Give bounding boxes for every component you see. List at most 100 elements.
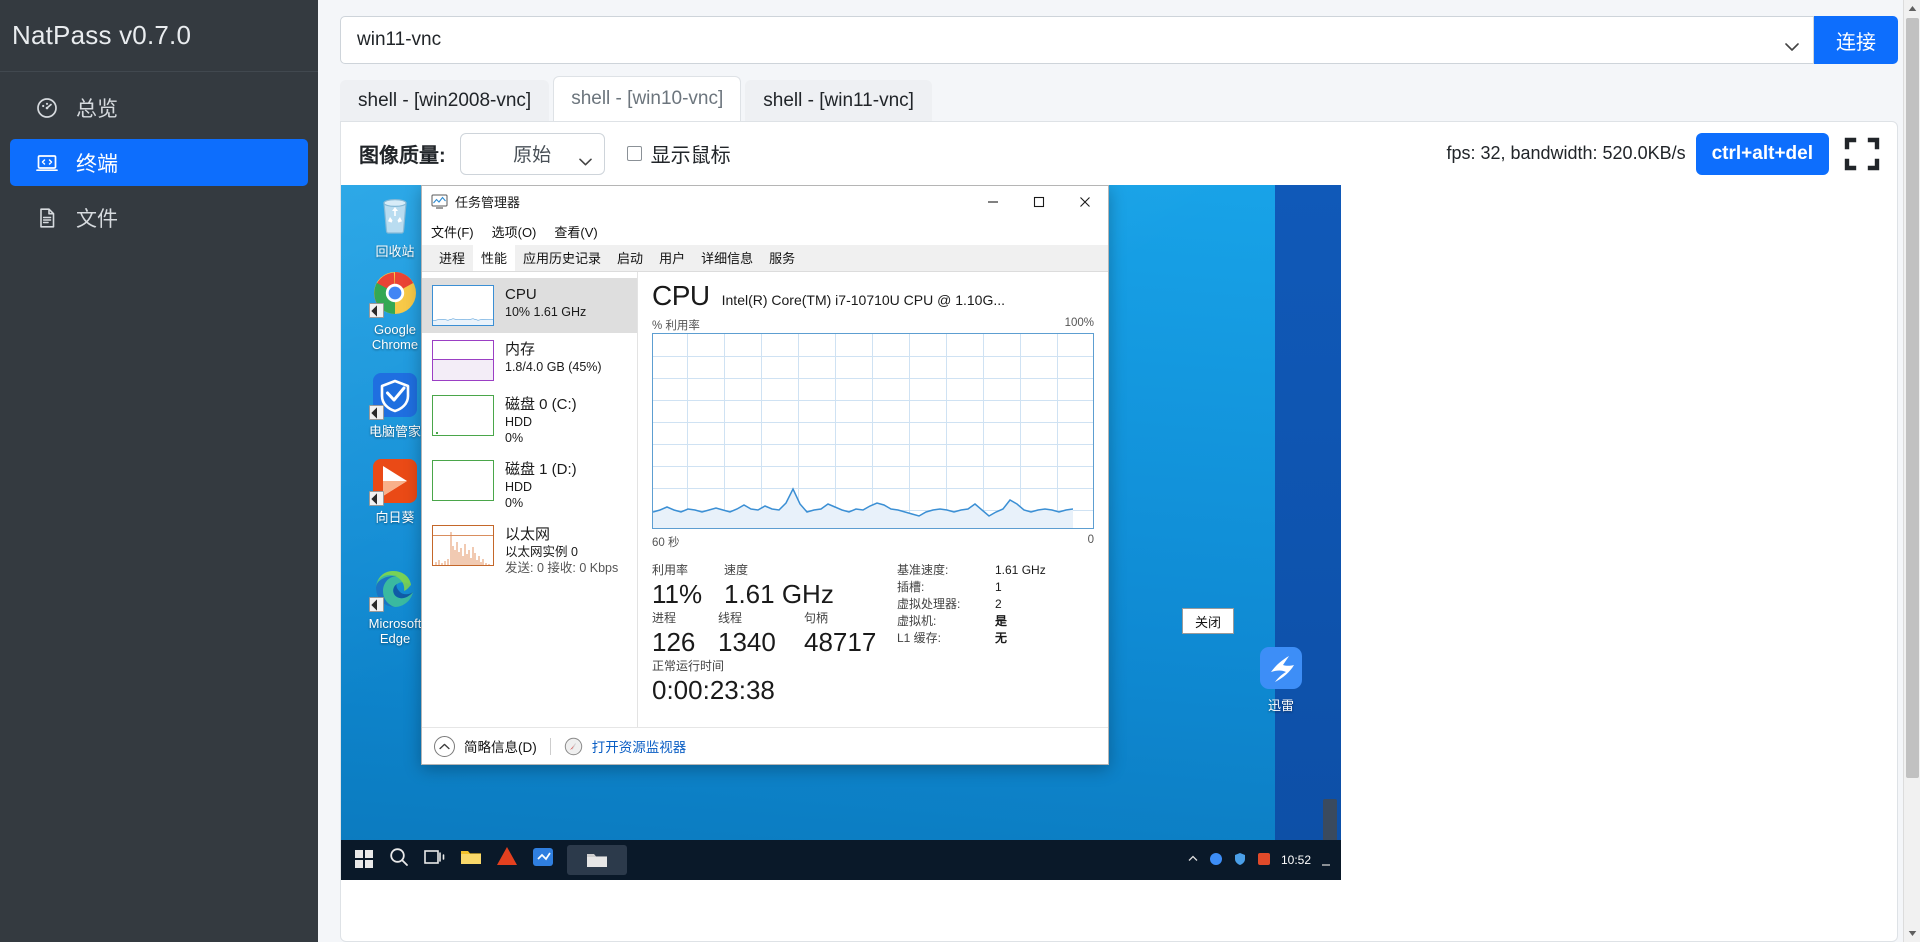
memory-thumbnail: [432, 340, 494, 381]
menu-view[interactable]: 查看(V): [554, 222, 597, 241]
close-dialog-button[interactable]: 关闭: [1182, 608, 1234, 634]
ethernet-thumbnail: [432, 525, 494, 566]
resource-item-disk-1[interactable]: 磁盘 1 (D:) HDD 0%: [422, 453, 637, 518]
task-manager-body: CPU 10% 1.61 GHz 内存 1.8/4.0 GB (45%) 磁盘 …: [422, 272, 1108, 727]
close-icon[interactable]: [1062, 186, 1108, 217]
task-manager-title: 任务管理器: [455, 195, 521, 210]
maximize-icon[interactable]: [1016, 186, 1062, 217]
tm-tab-startup[interactable]: 启动: [609, 245, 651, 271]
tm-tab-users[interactable]: 用户: [651, 245, 693, 271]
desktop-icon-xunlei[interactable]: 迅雷: [1241, 645, 1321, 714]
target-select[interactable]: win11-vnc: [340, 16, 1814, 64]
sidebar-nav: 总览 终端 文件: [0, 72, 318, 249]
resource-text: 以太网 以太网实例 0 发送: 0 接收: 0 Kbps: [505, 525, 618, 576]
resource-sub2: 0%: [505, 496, 524, 510]
cpu-usage-graph: [652, 333, 1094, 529]
open-resource-monitor-link[interactable]: 打开资源监视器: [592, 736, 687, 756]
menu-options[interactable]: 选项(O): [492, 222, 537, 241]
sunlogin-taskbar-icon[interactable]: [495, 845, 525, 875]
sidebar-item-files[interactable]: 文件: [10, 194, 308, 241]
resource-item-disk-0[interactable]: 磁盘 0 (C:) HDD 0%: [422, 388, 637, 453]
chrome-icon: [369, 269, 419, 318]
show-cursor-toggle[interactable]: 显示鼠标: [626, 139, 731, 168]
explorer-active-icon[interactable]: [567, 845, 627, 875]
cpu-stats: 利用率 11% 速度 1.61 GHz 进程 126 线程 1340 句柄 48…: [652, 562, 1094, 706]
resource-item-ethernet[interactable]: 以太网 以太网实例 0 发送: 0 接收: 0 Kbps: [422, 518, 637, 583]
property-key: 插槽:: [897, 580, 925, 594]
stat-label: 速度: [724, 563, 749, 577]
dashboard-icon: [34, 95, 60, 121]
stat-handles: 句柄 48717: [804, 610, 876, 658]
task-manager-icon: [431, 194, 448, 209]
tm-tab-app-history[interactable]: 应用历史记录: [515, 245, 609, 271]
connection-stats: fps: 32, bandwidth: 520.0KB/s: [1446, 143, 1686, 163]
desktop-icon-label: 迅雷: [1267, 698, 1294, 713]
graph-x-right: 0: [1087, 534, 1094, 546]
task-view-icon[interactable]: [423, 845, 453, 875]
vnc-canvas[interactable]: 回收站 Google Chrome 电脑管家 向日葵 Microsoft Edg…: [341, 185, 1341, 880]
quality-label: 图像质量:: [359, 145, 446, 167]
tray-red-icon[interactable]: [1257, 852, 1271, 869]
minimize-icon[interactable]: [970, 186, 1016, 217]
scroll-up-arrow-icon[interactable]: [1904, 0, 1920, 17]
stat-value: 126: [652, 627, 696, 657]
terminal-icon: [34, 150, 60, 176]
resource-name: 内存: [505, 341, 536, 358]
page-scrollbar[interactable]: [1903, 0, 1920, 942]
page-scrollbar-thumb[interactable]: [1906, 18, 1919, 778]
quality-select[interactable]: 原始: [459, 132, 605, 175]
show-cursor-checkbox[interactable]: [626, 146, 642, 161]
stat-threads: 线程 1340: [718, 610, 800, 658]
stat-value: 1.61 GHz: [724, 579, 834, 609]
resource-text: 内存 1.8/4.0 GB (45%): [505, 340, 602, 375]
property-key: 虚拟机:: [897, 614, 937, 628]
tm-tab-details[interactable]: 详细信息: [693, 245, 761, 271]
chevron-up-icon[interactable]: [434, 735, 455, 757]
sidebar-item-overview[interactable]: 总览: [10, 84, 308, 131]
explorer-pinned-icon[interactable]: [459, 845, 489, 875]
resource-item-memory[interactable]: 内存 1.8/4.0 GB (45%): [422, 333, 637, 388]
shortcut-overlay-icon: [369, 303, 384, 318]
blue-app-taskbar-icon[interactable]: [531, 845, 561, 875]
recycle-bin-icon: [371, 191, 419, 239]
scroll-down-arrow-icon[interactable]: [1904, 925, 1920, 942]
show-cursor-label: 显示鼠标: [650, 145, 731, 167]
fullscreen-icon[interactable]: [1841, 133, 1883, 175]
resource-name: 以太网: [505, 526, 551, 543]
tm-tab-processes[interactable]: 进程: [431, 245, 473, 271]
cpu-heading: CPU: [652, 280, 710, 311]
property-key: L1 缓存:: [897, 631, 942, 645]
fewer-details-button[interactable]: 简略信息(D): [464, 736, 537, 756]
tm-tab-performance[interactable]: 性能: [473, 245, 516, 271]
show-desktop-button[interactable]: [1321, 852, 1331, 869]
connect-button[interactable]: 连接: [1814, 16, 1898, 64]
stat-uptime: 正常运行时间 0:00:23:38: [652, 658, 897, 706]
ctrl-alt-del-button[interactable]: ctrl+alt+del: [1695, 132, 1829, 175]
tray-shield-icon[interactable]: [1233, 852, 1247, 869]
tab-win11-vnc[interactable]: shell - [win11-vnc]: [745, 80, 932, 121]
stat-label: 利用率: [652, 563, 689, 577]
stat-label: 正常运行时间: [652, 659, 725, 673]
resource-item-cpu[interactable]: CPU 10% 1.61 GHz: [422, 278, 637, 333]
graph-axis-bottom: 60 秒 0: [652, 534, 1094, 550]
chevron-down-icon: [1785, 36, 1799, 51]
start-icon[interactable]: [351, 845, 381, 875]
tab-win10-vnc[interactable]: shell - [win10-vnc]: [553, 76, 742, 121]
search-icon[interactable]: [387, 845, 417, 875]
edge-icon: [369, 563, 419, 612]
stat-speed: 速度 1.61 GHz: [724, 562, 834, 610]
tray-chevron-icon[interactable]: [1187, 853, 1199, 868]
tm-tab-services[interactable]: 服务: [761, 245, 803, 271]
pc-manager-icon: [369, 371, 419, 420]
disk0-thumbnail: [432, 395, 494, 436]
toolbar-right: fps: 32, bandwidth: 520.0KB/s ctrl+alt+d…: [1446, 132, 1883, 175]
resource-sub: 10% 1.61 GHz: [505, 305, 587, 319]
taskbar-clock[interactable]: 10:52: [1281, 853, 1311, 867]
sidebar-item-terminal[interactable]: 终端: [10, 139, 308, 186]
sidebar: NatPass v0.7.0 总览 终端 文件: [0, 0, 318, 942]
tray-blue-icon[interactable]: [1209, 852, 1223, 869]
task-manager-menubar: 文件(F) 选项(O) 查看(V): [422, 217, 1108, 245]
tab-win2008-vnc[interactable]: shell - [win2008-vnc]: [340, 80, 550, 121]
menu-file[interactable]: 文件(F): [431, 222, 474, 241]
resource-name: 磁盘 0 (C:): [505, 396, 577, 413]
